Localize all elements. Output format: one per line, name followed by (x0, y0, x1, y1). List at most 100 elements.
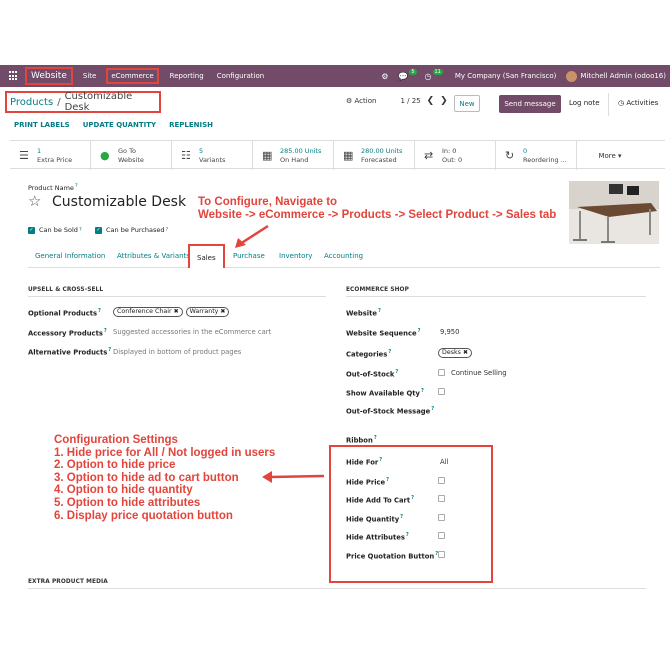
close-icon[interactable]: ✖ (220, 308, 225, 315)
can-be-purchased-label: Can be Purchased (106, 226, 165, 234)
refresh-icon: ↻ (505, 149, 515, 162)
optional-products-label: Optional Products? (28, 308, 101, 317)
tag-label: Conference Chair (117, 308, 172, 315)
smart-reordering[interactable]: ↻ 0 Reordering ... (496, 141, 577, 170)
activities-label: Activities (626, 99, 659, 107)
help-icon: ? (395, 369, 399, 375)
update-quantity-button[interactable]: UPDATE QUANTITY (83, 121, 156, 129)
menu-reporting[interactable]: Reporting (170, 72, 204, 80)
menu-ecommerce[interactable]: eCommerce (106, 68, 159, 84)
help-icon: ? (103, 328, 107, 334)
desk-image (569, 181, 659, 244)
menu-configuration[interactable]: Configuration (217, 72, 264, 80)
apps-menu-icon[interactable] (9, 71, 19, 81)
pager-value[interactable]: 1 / 25 (400, 97, 420, 105)
smart-on-hand[interactable]: ▦ 285.00 Units On Hand (253, 141, 334, 170)
avatar[interactable] (566, 70, 578, 82)
out-of-stock-text: Out-of-Stock (346, 370, 395, 379)
show-available-qty-checkbox[interactable] (438, 388, 445, 395)
more-button[interactable]: More ▾ (577, 141, 643, 170)
continue-selling-checkbox[interactable] (438, 369, 445, 376)
new-button[interactable]: New (454, 95, 480, 112)
favorite-star-icon[interactable]: ☆ (28, 192, 41, 210)
help-icon: ? (377, 308, 381, 314)
smart-value: 1 (37, 146, 42, 155)
smart-forecasted[interactable]: ▦ 280.00 Units Forecasted (334, 141, 415, 170)
chat-icon[interactable]: 💬 (398, 72, 408, 81)
website-sequence-text: Website Sequence (346, 329, 417, 338)
hide-attributes-text: Hide Attributes (346, 533, 405, 542)
accessory-products-input[interactable]: Suggested accessories in the eCommerce c… (113, 328, 271, 336)
smart-go-to-website[interactable]: ● Go To Website (91, 141, 172, 170)
smart-buttons: ☰ 1 Extra Price ● Go To Website ☷ 5 Variant… (10, 140, 665, 170)
send-message-button[interactable]: Send message (499, 95, 561, 113)
tab-attributes-variants[interactable]: Attributes & Variants (117, 252, 190, 260)
pager-prev-icon[interactable]: ❮ (427, 96, 435, 106)
annotation-line: 2. Option to hide price (54, 459, 176, 472)
categories-field[interactable]: Desks ✖ (438, 348, 475, 358)
hide-for-select[interactable]: All (440, 458, 448, 466)
can-be-sold-checkbox[interactable]: ✓ Can be Sold? (28, 226, 82, 234)
annotation-settings: Configuration Settings 1. Hide price for… (54, 434, 275, 522)
tab-general-information[interactable]: General Information (35, 252, 105, 260)
tab-purchase[interactable]: Purchase (233, 252, 265, 260)
alternative-products-input[interactable]: Displayed in bottom of product pages (113, 348, 241, 356)
user-menu[interactable]: Mitchell Admin (odoo16) (580, 72, 666, 80)
website-sequence-input[interactable]: 9,950 (440, 328, 459, 336)
smart-label: Extra Price (37, 155, 73, 164)
tag-warranty: Warranty ✖ (185, 307, 230, 317)
optional-products-text: Optional Products (28, 309, 98, 318)
tab-sales[interactable]: Sales (188, 244, 225, 268)
breadcrumb-products[interactable]: Products (10, 97, 53, 108)
activities-button[interactable]: ◷ Activities (618, 99, 658, 107)
smart-variants[interactable]: ☷ 5 Variants (172, 141, 253, 170)
divider (28, 588, 646, 589)
action-menu[interactable]: ⚙ Action (346, 97, 376, 105)
cubes-icon: ▦ (343, 149, 354, 162)
log-note-button[interactable]: Log note (569, 99, 600, 107)
show-available-qty-text: Show Available Qty (346, 389, 420, 398)
tab-accounting[interactable]: Accounting (324, 252, 363, 260)
help-icon: ? (386, 477, 390, 483)
hide-price-label: Hide Price? (346, 477, 389, 486)
accessory-products-label: Accessory Products? (28, 328, 107, 337)
hide-add-to-cart-checkbox[interactable] (438, 495, 445, 502)
price-quotation-checkbox[interactable] (438, 551, 445, 558)
price-quotation-text: Price Quotation Button (346, 552, 435, 561)
can-be-purchased-checkbox[interactable]: ✓ Can be Purchased? (95, 226, 168, 234)
out-of-stock-message-text: Out-of-Stock Message (346, 407, 431, 416)
company-switcher[interactable]: My Company (San Francisco) (455, 72, 556, 80)
clock-icon[interactable]: ◷ (425, 72, 432, 81)
app-name[interactable]: Website (25, 67, 73, 85)
breadcrumb-separator: / (57, 96, 61, 108)
help-icon: ? (165, 227, 169, 233)
smart-in-out[interactable]: ⇄ In: 0 Out: 0 (415, 141, 496, 170)
hide-quantity-checkbox[interactable] (438, 514, 445, 521)
hide-quantity-text: Hide Quantity (346, 515, 400, 524)
pager-next-icon[interactable]: ❯ (440, 96, 448, 106)
menu-site[interactable]: Site (83, 72, 96, 80)
bug-icon[interactable]: ⚙ (381, 72, 388, 81)
print-labels-button[interactable]: PRINT LABELS (14, 121, 70, 129)
annotation-line: 5. Option to hide attributes (54, 496, 201, 509)
help-icon: ? (78, 227, 82, 233)
section-extra-media-title: EXTRA PRODUCT MEDIA (28, 579, 108, 585)
optional-products-field[interactable]: Conference Chair ✖ Warranty ✖ (113, 307, 232, 317)
breadcrumb: Products / Customizable Desk (5, 91, 161, 113)
close-icon[interactable]: ✖ (463, 349, 468, 356)
replenish-button[interactable]: REPLENISH (169, 121, 213, 129)
smart-extra-price[interactable]: ☰ 1 Extra Price (10, 141, 91, 170)
continue-selling-label: Continue Selling (451, 369, 507, 377)
product-image[interactable] (569, 181, 659, 244)
arrow-to-settings (262, 471, 325, 483)
product-name-field[interactable]: Customizable Desk (52, 194, 186, 210)
smart-value: Go To (118, 146, 136, 155)
close-icon[interactable]: ✖ (174, 308, 179, 315)
tab-inventory[interactable]: Inventory (279, 252, 312, 260)
hide-attributes-checkbox[interactable] (438, 532, 445, 539)
check-icon: ✓ (28, 226, 35, 234)
section-upsell-title: UPSELL & CROSS-SELL (28, 287, 104, 293)
help-icon: ? (420, 388, 424, 394)
hide-price-checkbox[interactable] (438, 477, 445, 484)
hide-quantity-label: Hide Quantity? (346, 514, 403, 523)
